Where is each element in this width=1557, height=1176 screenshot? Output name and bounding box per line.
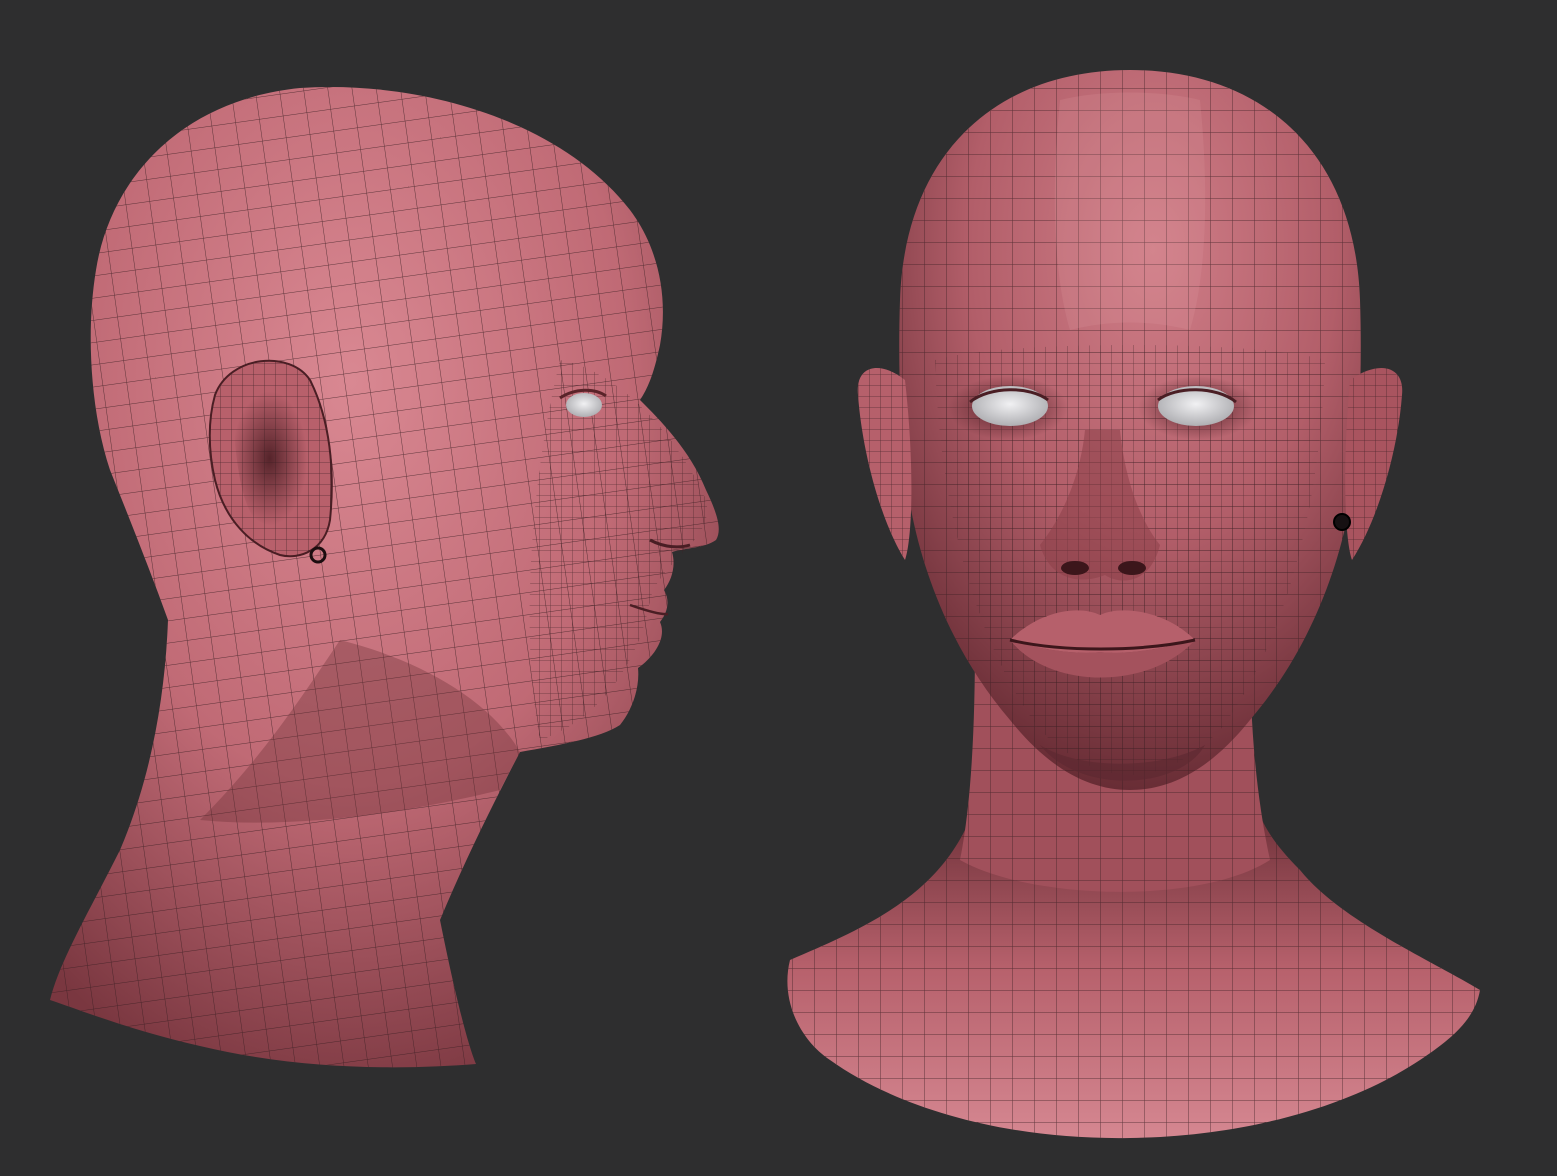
scene-canvas: [50, 70, 1480, 1139]
side-profile-head: [50, 87, 719, 1068]
3d-viewport[interactable]: [0, 0, 1557, 1176]
front-left-eye: [972, 386, 1048, 426]
front-right-eye: [1158, 386, 1234, 426]
earring-plug-icon: [1333, 513, 1351, 531]
front-left-ear: [857, 368, 912, 560]
front-view-head: [787, 70, 1480, 1139]
side-eye: [566, 393, 602, 417]
